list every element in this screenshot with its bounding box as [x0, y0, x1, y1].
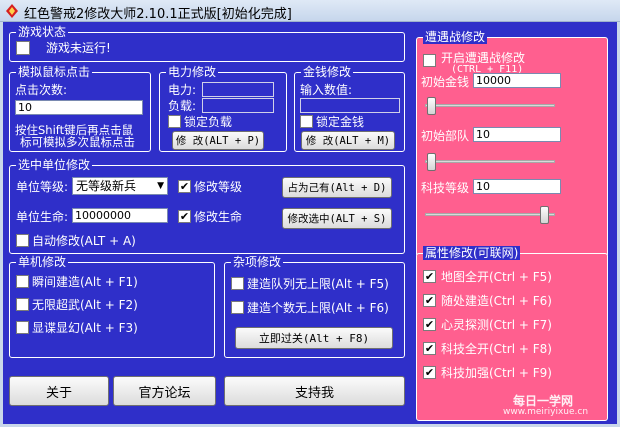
- main-client-area: 游戏状态 游戏未运行! 模拟鼠标点击 点击次数: 10 按住Shift键后再点击…: [3, 22, 617, 424]
- pass-level-label: 立即过关(Alt + F8): [258, 332, 370, 345]
- money-input-label: 输入数值:: [300, 83, 353, 97]
- tech-all-checkbox[interactable]: ✔: [423, 342, 436, 355]
- slider-track: [425, 160, 555, 163]
- money-modify-label: 修 改(ALT + M): [305, 135, 391, 147]
- psychic-detect-checkbox[interactable]: ✔: [423, 318, 436, 331]
- unlimited-queue-label: 建造队列无上限(Alt + F5): [247, 277, 389, 291]
- power-modify-button[interactable]: 修 改(ALT + P): [172, 131, 264, 150]
- power-title: 电力修改: [166, 65, 219, 79]
- modify-life-label: 修改生命: [194, 210, 243, 224]
- lock-load-label: 锁定负载: [184, 115, 233, 129]
- enable-encounter-checkbox[interactable]: [423, 54, 436, 67]
- game-status-panel: 游戏状态 游戏未运行!: [9, 25, 405, 62]
- unit-level-label: 单位等级:: [16, 180, 69, 194]
- map-reveal-checkbox[interactable]: ✔: [423, 270, 436, 283]
- instant-build-checkbox[interactable]: [16, 275, 29, 288]
- mouse-click-title: 模拟鼠标点击: [16, 65, 93, 79]
- unlimited-count-checkbox[interactable]: [231, 301, 244, 314]
- tech-all-label: 科技全开(Ctrl + F8): [441, 342, 552, 356]
- unlimited-superweapon-checkbox[interactable]: [16, 298, 29, 311]
- unlimited-queue-checkbox[interactable]: [231, 277, 244, 290]
- misc-panel: 杂项修改 建造队列无上限(Alt + F5) 建造个数无上限(Alt + F6)…: [224, 255, 405, 358]
- power-panel: 电力修改 电力: 负载: 锁定负载 修 改(ALT + P): [159, 65, 287, 152]
- unit-life-input[interactable]: 10000000: [72, 208, 168, 223]
- psychic-detect-label: 心灵探测(Ctrl + F7): [441, 318, 552, 332]
- unit-level-select[interactable]: 无等级新兵 ▼: [72, 177, 168, 195]
- modify-life-checkbox[interactable]: ✔: [178, 210, 191, 223]
- support-button[interactable]: 支持我: [224, 376, 405, 406]
- game-status-title: 游戏状态: [16, 25, 69, 39]
- click-count-input[interactable]: 10: [15, 100, 143, 115]
- reveal-spy-label: 显谍显幻(Alt + F3): [32, 321, 138, 335]
- modify-selected-label: 修改选中(ALT + S): [287, 213, 387, 225]
- mouse-hint-line2: 标可模拟多次鼠标点击: [20, 135, 135, 149]
- modify-level-label: 修改等级: [194, 180, 243, 194]
- app-icon: [6, 4, 18, 18]
- modify-selected-button[interactable]: 修改选中(ALT + S): [282, 208, 392, 229]
- unit-life-label: 单位生命:: [16, 210, 69, 224]
- tech-boost-label: 科技加强(Ctrl + F9): [441, 366, 552, 380]
- lock-load-checkbox[interactable]: [168, 115, 181, 128]
- attributes-title: 属性修改(可联网): [423, 246, 521, 260]
- game-status-checkbox[interactable]: [16, 41, 30, 55]
- slider-track: [425, 104, 555, 107]
- tech-boost-checkbox[interactable]: ✔: [423, 366, 436, 379]
- initial-money-slider[interactable]: [425, 95, 555, 117]
- build-anywhere-checkbox[interactable]: ✔: [423, 294, 436, 307]
- initial-troops-input[interactable]: 10: [473, 127, 561, 142]
- attributes-panel: 属性修改(可联网) ✔ 地图全开(Ctrl + F5) ✔ 随处建造(Ctrl …: [416, 246, 608, 421]
- single-player-title: 单机修改: [16, 255, 69, 269]
- misc-title: 杂项修改: [231, 255, 284, 269]
- unit-level-value: 无等级新兵: [76, 179, 137, 193]
- load-label: 负载:: [168, 99, 197, 113]
- initial-troops-slider[interactable]: [425, 151, 555, 173]
- money-input[interactable]: [300, 98, 400, 113]
- lock-money-label: 锁定金钱: [316, 115, 365, 129]
- watermark-line2: www.meiriyixue.cn: [503, 407, 589, 417]
- forum-button[interactable]: 官方论坛: [113, 376, 216, 406]
- power-modify-label: 修 改(ALT + P): [175, 135, 261, 147]
- click-count-label: 点击次数:: [15, 83, 68, 97]
- money-modify-button[interactable]: 修 改(ALT + M): [301, 131, 395, 150]
- unit-title: 选中单位修改: [16, 158, 93, 172]
- unlimited-superweapon-label: 无限超武(Alt + F2): [32, 298, 138, 312]
- modify-level-checkbox[interactable]: ✔: [178, 180, 191, 193]
- auto-modify-checkbox[interactable]: [16, 234, 29, 247]
- load-input[interactable]: [202, 98, 274, 113]
- reveal-spy-checkbox[interactable]: [16, 321, 29, 334]
- single-player-panel: 单机修改 瞬间建造(Alt + F1) 无限超武(Alt + F2) 显谍显幻(…: [9, 255, 215, 358]
- slider-track: [425, 213, 555, 216]
- initial-money-label: 初始金钱: [421, 75, 470, 89]
- tech-level-label: 科技等级: [421, 181, 470, 195]
- about-button[interactable]: 关于: [9, 376, 109, 406]
- title-bar: 红色警戒2修改大师2.10.1正式版[初始化完成]: [0, 0, 620, 22]
- power-input[interactable]: [202, 82, 274, 97]
- initial-troops-label: 初始部队: [421, 129, 470, 143]
- encounter-title: 遭遇战修改: [423, 30, 488, 44]
- slider-thumb[interactable]: [427, 153, 436, 171]
- encounter-panel: 遭遇战修改 开启遭遇战修改 (CTRL + F11) 初始金钱 10000 初始…: [416, 30, 608, 257]
- slider-thumb[interactable]: [540, 206, 549, 224]
- unlimited-count-label: 建造个数无上限(Alt + F6): [247, 301, 389, 315]
- chevron-down-icon: ▼: [157, 181, 164, 191]
- mouse-click-panel: 模拟鼠标点击 点击次数: 10 按住Shift键后再点击鼠 标可模拟多次鼠标点击: [9, 65, 151, 152]
- map-reveal-label: 地图全开(Ctrl + F5): [441, 270, 552, 284]
- tech-level-input[interactable]: 10: [473, 179, 561, 194]
- money-panel: 金钱修改 输入数值: 锁定金钱 修 改(ALT + M): [294, 65, 405, 152]
- instant-build-label: 瞬间建造(Alt + F1): [32, 275, 138, 289]
- money-title: 金钱修改: [301, 65, 354, 79]
- build-anywhere-label: 随处建造(Ctrl + F6): [441, 294, 552, 308]
- game-status-text: 游戏未运行!: [46, 41, 111, 55]
- tech-level-slider[interactable]: [425, 204, 555, 226]
- unit-panel: 选中单位修改 单位等级: 无等级新兵 ▼ ✔ 修改等级 占为己有(Alt + D…: [9, 158, 405, 254]
- take-ownership-label: 占为己有(Alt + D): [287, 182, 387, 194]
- auto-modify-label: 自动修改(ALT + A): [32, 234, 136, 248]
- take-ownership-button[interactable]: 占为己有(Alt + D): [282, 177, 392, 198]
- slider-thumb[interactable]: [427, 97, 436, 115]
- pass-level-button[interactable]: 立即过关(Alt + F8): [235, 327, 393, 349]
- power-label: 电力:: [168, 83, 197, 97]
- lock-money-checkbox[interactable]: [300, 115, 313, 128]
- initial-money-input[interactable]: 10000: [473, 73, 561, 88]
- window-title: 红色警戒2修改大师2.10.1正式版[初始化完成]: [24, 7, 292, 22]
